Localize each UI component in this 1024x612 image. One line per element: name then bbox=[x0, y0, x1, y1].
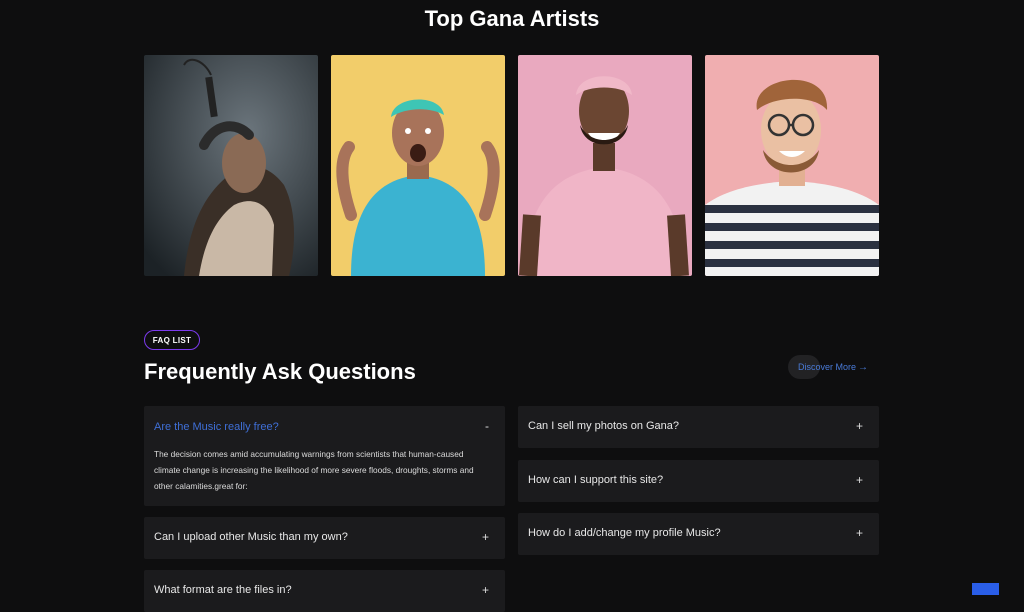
artist-photo-smiling bbox=[518, 55, 692, 276]
artist-photo-glasses bbox=[705, 55, 879, 276]
faq-question: How can I support this site? bbox=[528, 474, 664, 486]
faq-item[interactable]: Can I upload other Music than my own? + bbox=[144, 517, 505, 559]
faq-question: Can I upload other Music than my own? bbox=[154, 531, 348, 543]
faq-question: How do I add/change my profile Music? bbox=[528, 527, 721, 539]
artist-card[interactable] bbox=[705, 55, 879, 276]
faq-item[interactable]: Can I sell my photos on Gana? + bbox=[518, 406, 879, 448]
artist-photo-excited bbox=[331, 55, 505, 276]
collapse-icon[interactable]: - bbox=[485, 419, 489, 433]
expand-icon[interactable]: + bbox=[482, 530, 489, 544]
faq-heading: Frequently Ask Questions bbox=[144, 359, 416, 384]
artist-card[interactable] bbox=[331, 55, 505, 276]
arrow-right-icon: → bbox=[858, 361, 869, 373]
faq-question: Can I sell my photos on Gana? bbox=[528, 420, 680, 432]
scroll-to-top-button[interactable] bbox=[972, 583, 999, 595]
faq-list-badge: FAQ LIST bbox=[144, 330, 200, 350]
faq-item-expanded[interactable]: Are the Music really free? - The decisio… bbox=[144, 406, 505, 506]
faq-answer: The decision comes amid accumulating war… bbox=[154, 449, 474, 491]
discover-more-link[interactable]: Discover More → bbox=[788, 355, 868, 379]
artist-card[interactable] bbox=[144, 55, 318, 276]
expand-icon[interactable]: + bbox=[856, 473, 863, 487]
faq-item[interactable]: How can I support this site? + bbox=[518, 460, 879, 502]
faq-item[interactable]: How do I add/change my profile Music? + bbox=[518, 513, 879, 555]
expand-icon[interactable]: + bbox=[856, 419, 863, 433]
artist-photo-singer bbox=[144, 55, 318, 276]
expand-icon[interactable]: + bbox=[482, 583, 489, 597]
artist-card[interactable] bbox=[518, 55, 692, 276]
discover-more-label: Discover More bbox=[798, 362, 857, 372]
section-title: Top Gana Artists bbox=[424, 6, 600, 31]
faq-question: Are the Music really free? bbox=[154, 421, 279, 433]
faq-question: What format are the files in? bbox=[154, 584, 292, 596]
expand-icon[interactable]: + bbox=[856, 526, 863, 540]
artist-gallery bbox=[144, 55, 879, 276]
faq-item[interactable]: What format are the files in? + bbox=[144, 570, 505, 612]
